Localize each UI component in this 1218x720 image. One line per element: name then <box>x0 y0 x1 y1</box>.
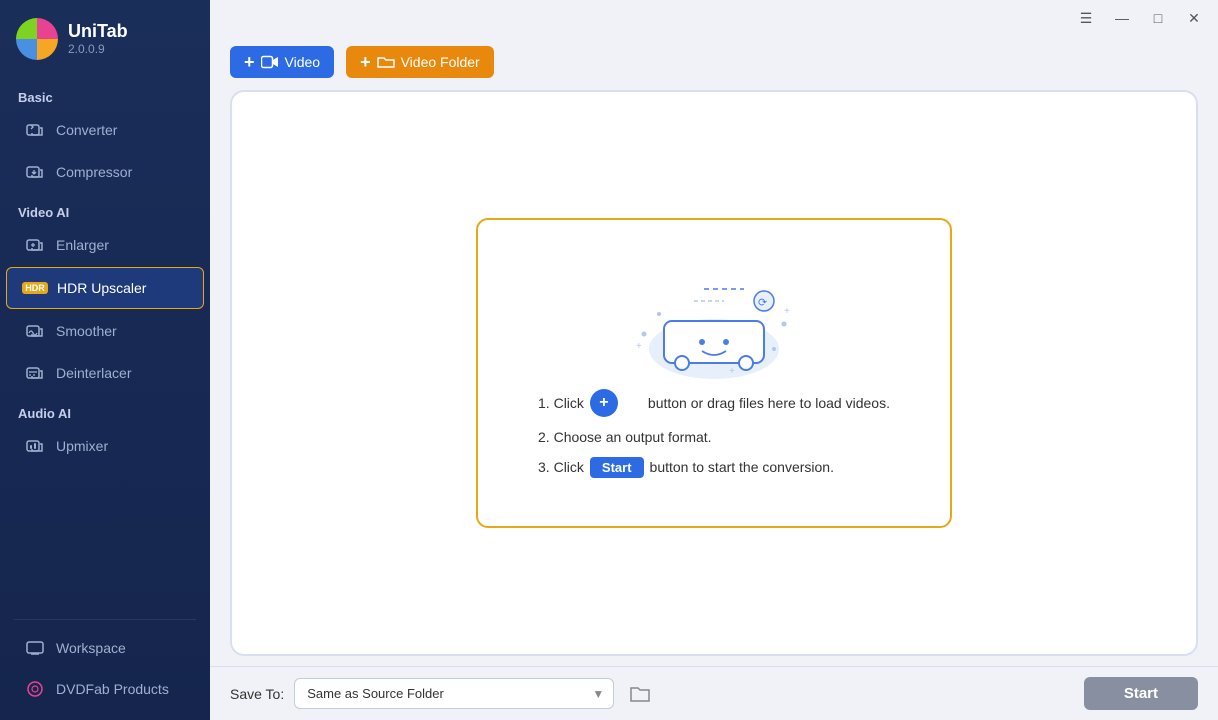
hdr-upscaler-icon: HDR <box>25 277 47 299</box>
add-folder-plus-icon: + <box>360 53 371 71</box>
add-video-folder-button[interactable]: + Video Folder <box>346 46 494 78</box>
content-area: ⟳ + + + 1. Click + button or drag files … <box>210 84 1218 666</box>
drop-zone[interactable]: ⟳ + + + 1. Click + button or drag files … <box>476 218 952 528</box>
dvdfab-label: DVDFab Products <box>56 681 169 697</box>
dvdfab-icon <box>24 678 46 700</box>
folder-browse-icon <box>629 685 651 703</box>
enlarger-icon <box>24 234 46 256</box>
app-name: UniTab <box>68 22 128 42</box>
save-to-label: Save To: <box>230 686 284 702</box>
video-inline-icon <box>624 396 642 410</box>
compressor-label: Compressor <box>56 164 132 180</box>
deinterlacer-icon <box>24 362 46 384</box>
smoother-icon <box>24 320 46 342</box>
maximize-button[interactable]: □ <box>1144 4 1172 32</box>
enlarger-label: Enlarger <box>56 237 109 253</box>
start-button[interactable]: Start <box>1084 677 1198 710</box>
sidebar-item-workspace[interactable]: Workspace <box>6 628 204 668</box>
workspace-label: Workspace <box>56 640 126 656</box>
section-basic: Basic <box>0 78 210 109</box>
app-version: 2.0.0.9 <box>68 42 128 56</box>
sidebar-item-enlarger[interactable]: Enlarger <box>6 225 204 265</box>
section-audio-ai: Audio AI <box>0 394 210 425</box>
instruction-1-suffix: button or drag files here to load videos… <box>648 395 890 411</box>
add-video-plus-icon: + <box>244 53 255 71</box>
start-inline-badge: Start <box>590 457 644 478</box>
svg-text:⟳: ⟳ <box>758 297 767 309</box>
svg-text:+: + <box>729 366 735 377</box>
sidebar-item-hdr-upscaler[interactable]: HDR HDR Upscaler <box>6 267 204 309</box>
close-button[interactable]: ✕ <box>1180 4 1208 32</box>
sidebar-item-deinterlacer[interactable]: Deinterlacer <box>6 353 204 393</box>
hdr-badge: HDR <box>22 282 48 294</box>
converter-icon <box>24 119 46 141</box>
add-inline-icon: + <box>590 389 618 417</box>
hdr-upscaler-label: HDR Upscaler <box>57 280 146 296</box>
sidebar-divider <box>14 619 196 620</box>
app-logo: UniTab 2.0.0.9 <box>0 0 210 78</box>
drop-zone-container[interactable]: ⟳ + + + 1. Click + button or drag files … <box>230 90 1198 656</box>
add-video-button[interactable]: + Video <box>230 46 334 78</box>
sidebar-item-dvdfab[interactable]: DVDFab Products <box>6 669 204 709</box>
titlebar: ☰ — □ ✕ <box>210 0 1218 36</box>
save-bar: Save To: Same as Source Folder Browse...… <box>210 666 1218 720</box>
compressor-icon <box>24 161 46 183</box>
add-video-label: Video <box>285 54 321 70</box>
save-select-wrapper: Same as Source Folder Browse... ▼ <box>294 678 614 709</box>
sidebar-item-compressor[interactable]: Compressor <box>6 152 204 192</box>
toolbar: + Video + Video Folder <box>210 36 1218 84</box>
menu-icon: ☰ <box>1080 10 1093 27</box>
logo-icon <box>16 18 58 60</box>
illustration: ⟳ + + + <box>614 269 814 389</box>
instructions: 1. Click + button or drag files here to … <box>538 389 890 478</box>
svg-text:+: + <box>636 341 642 352</box>
minimize-button[interactable]: — <box>1108 4 1136 32</box>
sidebar: UniTab 2.0.0.9 Basic Converter Compresso… <box>0 0 210 720</box>
video-icon <box>261 55 279 69</box>
smoother-label: Smoother <box>56 323 117 339</box>
main-area: ☰ — □ ✕ + Video + Video Folder <box>210 0 1218 720</box>
svg-text:+: + <box>784 306 790 317</box>
close-icon: ✕ <box>1188 10 1200 27</box>
instruction-1-prefix: 1. Click <box>538 395 584 411</box>
add-video-folder-label: Video Folder <box>401 54 480 70</box>
instruction-3: 3. Click Start button to start the conve… <box>538 457 834 478</box>
folder-icon <box>377 55 395 69</box>
browse-folder-button[interactable] <box>624 678 656 710</box>
deinterlacer-label: Deinterlacer <box>56 365 131 381</box>
upmixer-icon <box>24 435 46 457</box>
minimize-icon: — <box>1115 10 1129 26</box>
save-to-select[interactable]: Same as Source Folder Browse... <box>294 678 614 709</box>
sidebar-bottom: Workspace DVDFab Products <box>0 611 210 710</box>
section-video-ai: Video AI <box>0 193 210 224</box>
instruction-1: 1. Click + button or drag files here to … <box>538 389 890 417</box>
instruction-3-suffix: button to start the conversion. <box>650 459 834 475</box>
converter-label: Converter <box>56 122 117 138</box>
instruction-2: 2. Choose an output format. <box>538 429 712 445</box>
menu-button[interactable]: ☰ <box>1072 4 1100 32</box>
sidebar-item-converter[interactable]: Converter <box>6 110 204 150</box>
maximize-icon: □ <box>1154 10 1162 26</box>
workspace-icon <box>24 637 46 659</box>
instruction-3-prefix: 3. Click <box>538 459 584 475</box>
sidebar-item-upmixer[interactable]: Upmixer <box>6 426 204 466</box>
upmixer-label: Upmixer <box>56 438 108 454</box>
sidebar-item-smoother[interactable]: Smoother <box>6 311 204 351</box>
